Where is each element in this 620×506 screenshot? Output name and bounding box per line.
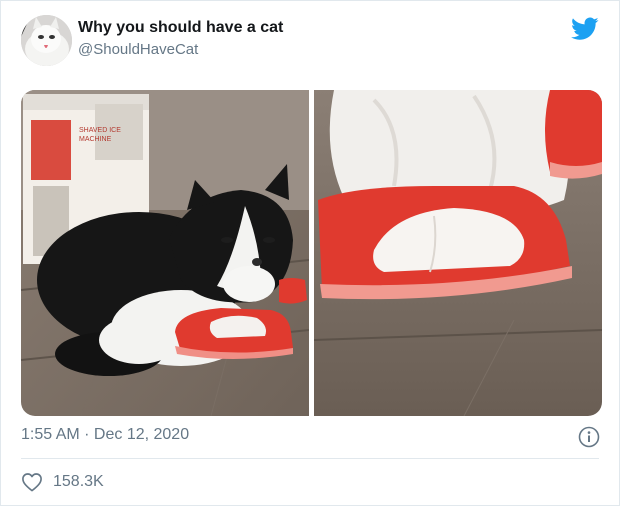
avatar-cat-image [21, 15, 72, 66]
tweet-media[interactable]: SHAVED ICE MACHINE [21, 90, 602, 416]
heart-icon[interactable] [21, 472, 43, 492]
divider [21, 458, 599, 459]
user-handle[interactable]: @ShouldHaveCat [78, 41, 198, 58]
twitter-bird-icon[interactable] [571, 17, 599, 41]
svg-text:MACHINE: MACHINE [79, 136, 112, 143]
like-action[interactable]: 158.3K [21, 470, 104, 494]
box-label: SHAVED ICE [79, 127, 121, 134]
display-name[interactable]: Why you should have a cat [78, 19, 283, 37]
info-icon[interactable] [578, 426, 600, 448]
tweet-card: Why you should have a cat @ShouldHaveCat [0, 0, 620, 506]
tweet-header: Why you should have a cat @ShouldHaveCat [1, 1, 619, 81]
tweet-timestamp[interactable]: 1:55 AM · Dec 12, 2020 [21, 426, 189, 444]
photo-cat-in-slipper[interactable]: SHAVED ICE MACHINE [21, 90, 309, 416]
photo-paws-closeup[interactable] [314, 90, 602, 416]
like-count: 158.3K [53, 473, 104, 490]
avatar[interactable] [21, 15, 72, 66]
